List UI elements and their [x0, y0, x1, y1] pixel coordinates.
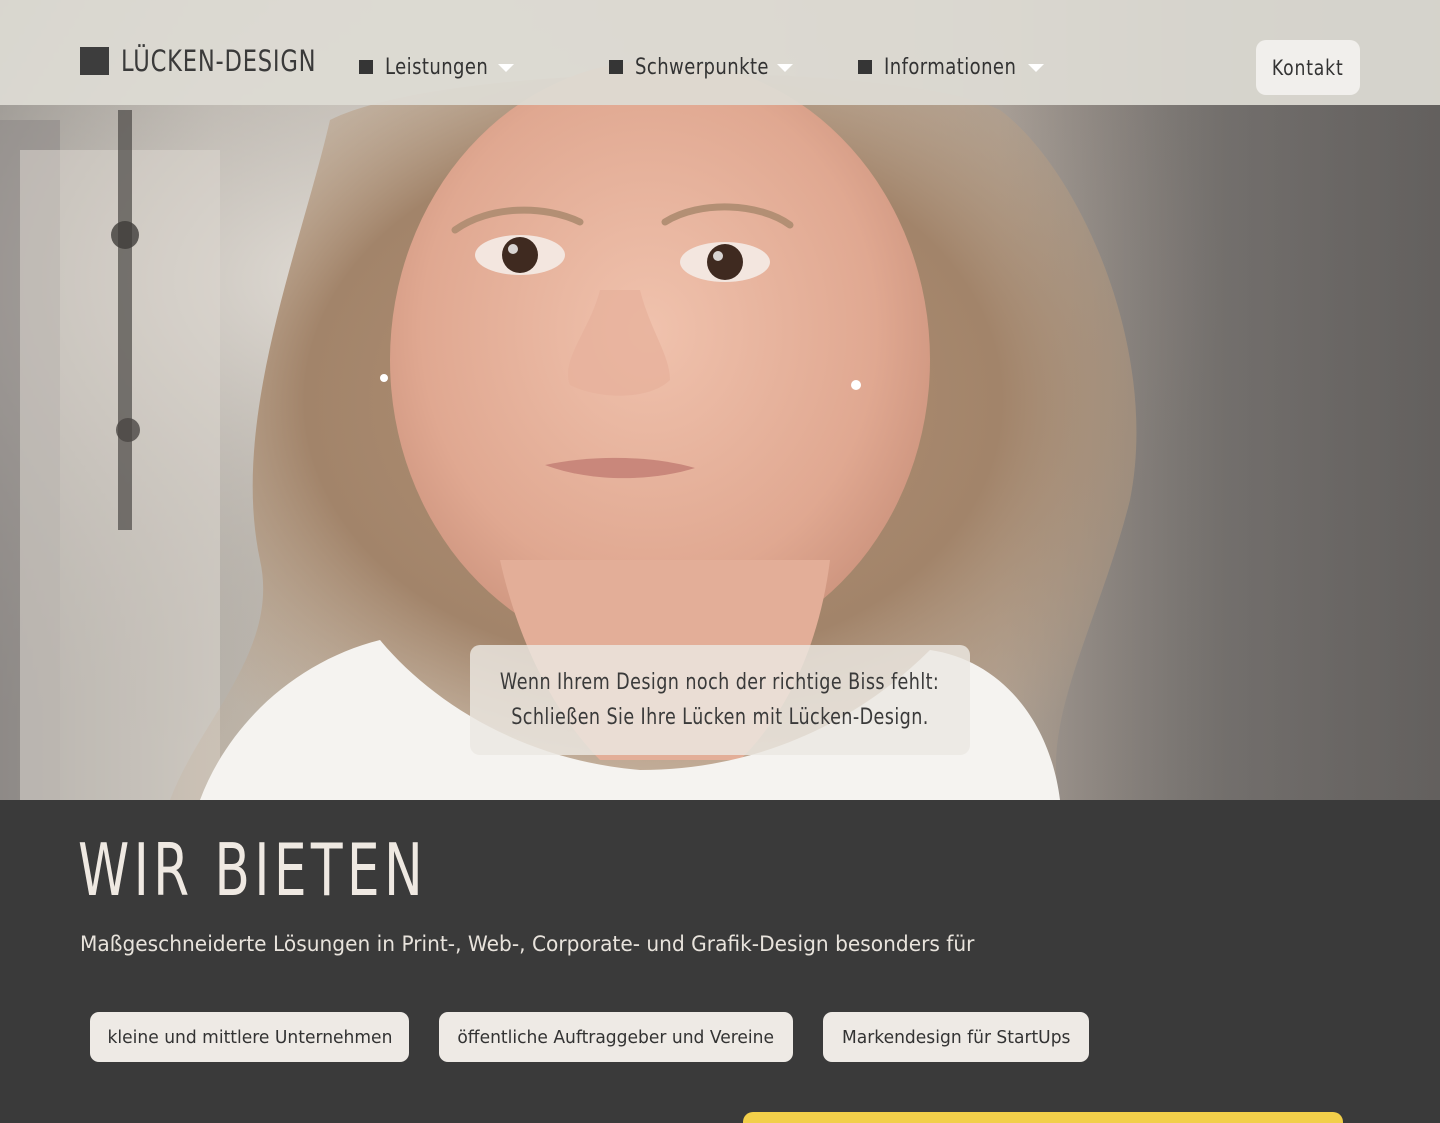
- pill-kmu[interactable]: kleine und mittlere Unternehmen: [90, 1012, 409, 1062]
- nav-label: Schwerpunkte: [635, 54, 769, 80]
- nav-item-leistungen[interactable]: Leistungen: [359, 50, 511, 84]
- pill-startups[interactable]: Markendesign für StartUps: [823, 1012, 1089, 1062]
- chevron-down-icon[interactable]: [498, 64, 514, 72]
- section-heading: WIR BIETEN: [78, 828, 428, 912]
- tagline-line-2: Schließen Sie Ihre Lücken mit Lücken-Des…: [511, 705, 929, 730]
- logo-text: LÜCKEN-DESIGN: [121, 44, 317, 78]
- logo-square-icon: [80, 47, 109, 75]
- pill-label: Markendesign für StartUps: [841, 1026, 1071, 1048]
- contact-button-label: Kontakt: [1272, 55, 1344, 80]
- square-bullet-icon: [359, 60, 373, 74]
- pill-public-clients[interactable]: öffentliche Auftraggeber und Vereine: [439, 1012, 793, 1062]
- pill-label: kleine und mittlere Unternehmen: [107, 1026, 392, 1048]
- hero-tagline-box: Wenn Ihrem Design noch der richtige Biss…: [470, 645, 970, 755]
- brand-logo[interactable]: LÜCKEN-DESIGN: [80, 44, 371, 78]
- square-bullet-icon: [858, 60, 872, 74]
- chevron-down-icon[interactable]: [777, 64, 793, 72]
- tagline-line-1: Wenn Ihrem Design noch der richtige Biss…: [500, 670, 940, 695]
- nav-label: Informationen: [884, 54, 1017, 80]
- square-bullet-icon: [609, 60, 623, 74]
- pill-label: öffentliche Auftraggeber und Vereine: [457, 1026, 775, 1048]
- contact-button[interactable]: Kontakt: [1256, 40, 1360, 95]
- yellow-card-top: [743, 1112, 1343, 1123]
- nav-item-informationen[interactable]: Informationen: [858, 50, 1045, 84]
- nav-item-schwerpunkte[interactable]: Schwerpunkte: [609, 50, 798, 84]
- nav-label: Leistungen: [385, 54, 489, 80]
- top-navigation-bar: LÜCKEN-DESIGN Leistungen Schwerpunkte In…: [0, 0, 1440, 105]
- chevron-down-icon[interactable]: [1028, 64, 1044, 72]
- section-intro-text: Maßgeschneiderte Lösungen in Print-, Web…: [80, 932, 975, 956]
